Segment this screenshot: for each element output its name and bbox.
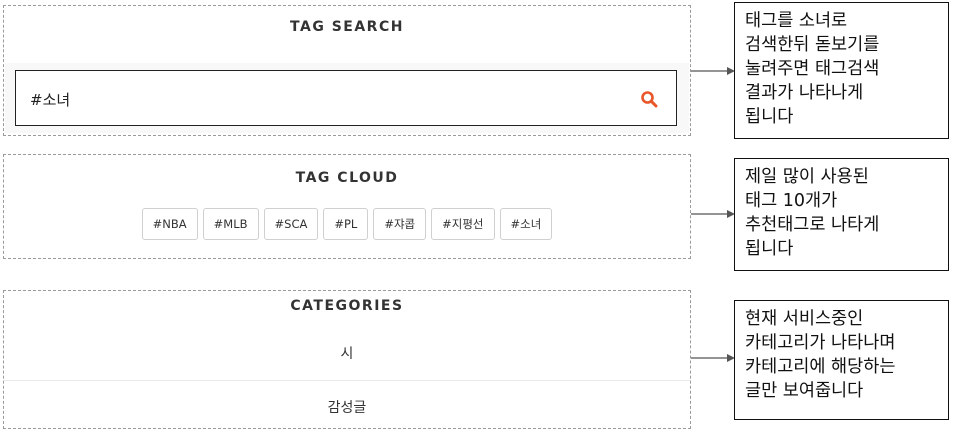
category-item-poem[interactable]: 시 [4,343,690,363]
tag-search-title: TAG SEARCH [290,19,404,35]
tag-chip[interactable]: #지평선 [431,208,495,240]
category-item-emotional[interactable]: 감성글 [4,397,690,417]
arrow-cloud-note [691,210,735,218]
search-icon[interactable] [640,90,658,108]
tag-chip[interactable]: #쟈콥 [373,208,427,240]
annotation-tag-search: 태그를 소녀로 검색한뒤 돋보기를 눌려주면 태그검색 결과가 나타나게 됩니다 [734,2,949,139]
tag-search-widget: TAG SEARCH #소녀 [3,5,691,136]
categories-widget: CATEGORIES 시 감성글 [3,290,691,429]
category-divider [4,380,690,381]
tag-chip[interactable]: #소녀 [499,208,553,240]
tag-search-input-value[interactable]: #소녀 [30,89,70,110]
tag-cloud-widget: TAG CLOUD #NBA #MLB #SCA #PL #쟈콥 #지평선 #소… [3,154,691,259]
categories-title: CATEGORIES [290,298,404,314]
annotation-categories: 현재 서비스중인 카테고리가 나타나며 카테고리에 해당하는 글만 보여줍니다 [734,300,949,420]
tag-list: #NBA #MLB #SCA #PL #쟈콥 #지평선 #소녀 [4,208,690,240]
annotation-tag-cloud: 제일 많이 사용된 태그 10개가 추천태그로 나타게 됩니다 [734,158,949,271]
tag-chip[interactable]: #NBA [141,208,198,240]
tag-chip[interactable]: #MLB [202,208,259,240]
arrow-search-note [691,67,735,75]
arrow-categories-note [691,354,735,362]
tag-cloud-title: TAG CLOUD [295,170,399,186]
tag-search-input[interactable]: #소녀 [15,70,677,126]
tag-chip[interactable]: #SCA [263,208,319,240]
tag-chip[interactable]: #PL [323,208,369,240]
